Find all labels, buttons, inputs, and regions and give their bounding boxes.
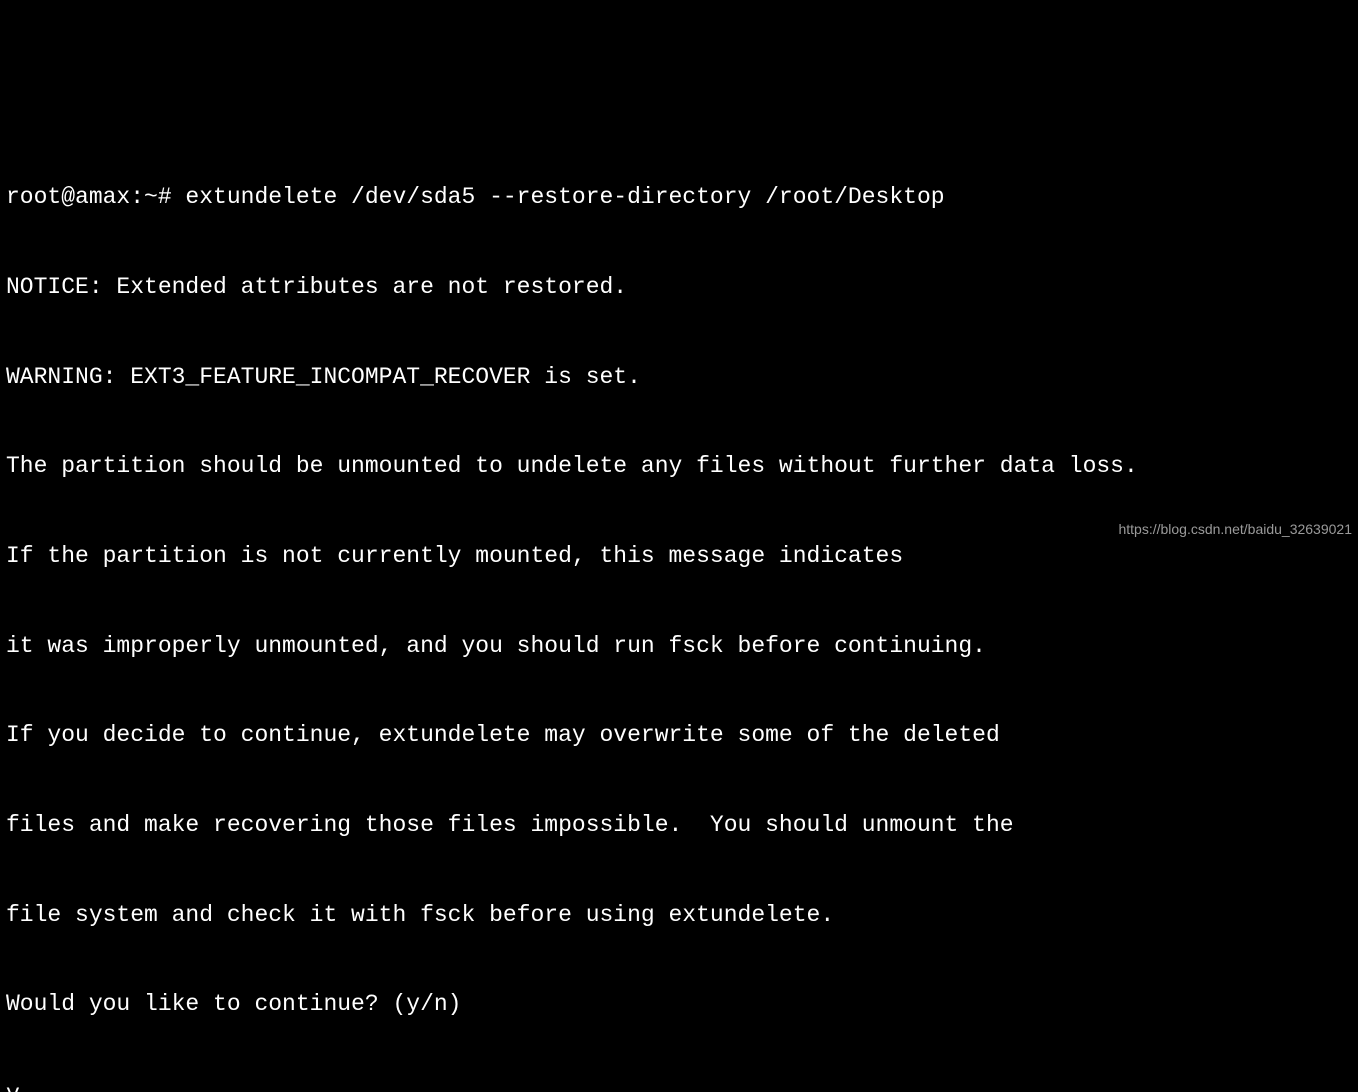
- terminal-line: it was improperly unmounted, and you sho…: [6, 632, 1352, 662]
- terminal-output[interactable]: root@amax:~# extundelete /dev/sda5 --res…: [6, 124, 1352, 1092]
- terminal-line: Would you like to continue? (y/n): [6, 990, 1352, 1020]
- terminal-line: WARNING: EXT3_FEATURE_INCOMPAT_RECOVER i…: [6, 363, 1352, 393]
- terminal-line: The partition should be unmounted to und…: [6, 452, 1352, 482]
- terminal-line: y: [6, 1080, 1352, 1092]
- terminal-line: If you decide to continue, extundelete m…: [6, 721, 1352, 751]
- terminal-line: files and make recovering those files im…: [6, 811, 1352, 841]
- watermark-text: https://blog.csdn.net/baidu_32639021: [1118, 520, 1352, 538]
- terminal-line: root@amax:~# extundelete /dev/sda5 --res…: [6, 183, 1352, 213]
- terminal-line: file system and check it with fsck befor…: [6, 901, 1352, 931]
- terminal-line: If the partition is not currently mounte…: [6, 542, 1352, 572]
- terminal-line: NOTICE: Extended attributes are not rest…: [6, 273, 1352, 303]
